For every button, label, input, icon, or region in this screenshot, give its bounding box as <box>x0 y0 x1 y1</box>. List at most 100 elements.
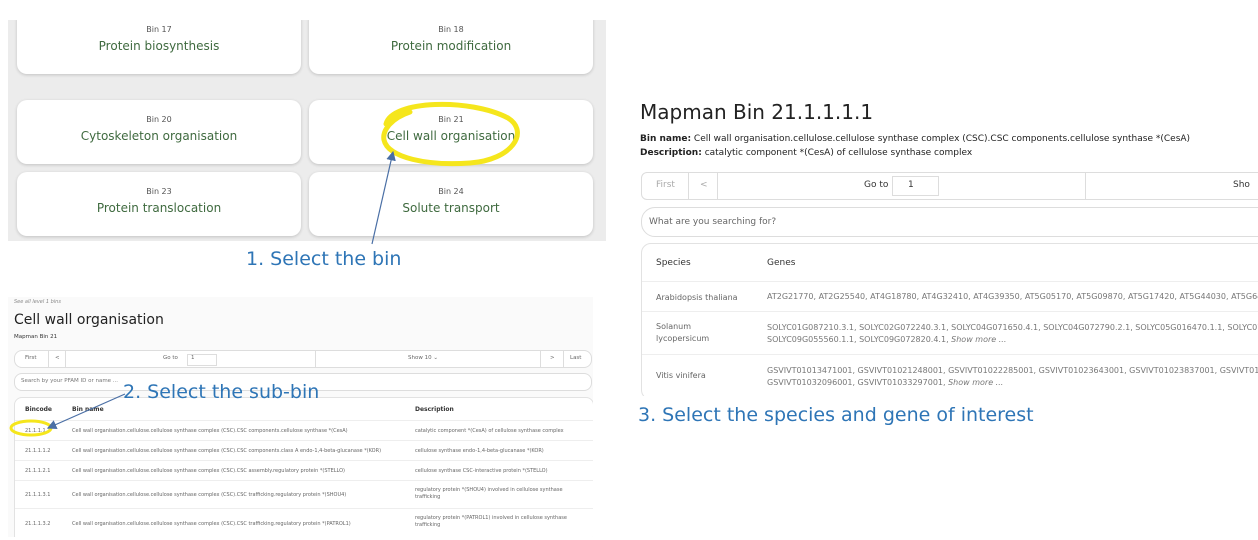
header-genes: Genes <box>767 258 796 268</box>
bin-number: Bin 23 <box>146 187 172 196</box>
species-gene-table: Species Genes Arabidopsis thaliana AT2G2… <box>641 243 1258 396</box>
divider <box>717 173 718 199</box>
bin-number: Bin 18 <box>438 25 464 34</box>
gene-list[interactable]: GSVIVT01013471001, GSVIVT01021248001, GS… <box>767 365 1258 377</box>
next-button[interactable]: > <box>550 355 555 361</box>
page-title: Mapman Bin 21.1.1.1.1 <box>640 100 874 124</box>
page-number: 1 <box>908 180 914 190</box>
gene-list-cont: GSVIVT01032096001, GSVIVT01033297001, Sh… <box>767 377 1003 389</box>
bincode-link[interactable]: 21.1.1.1.2 <box>25 448 50 454</box>
bin-name: Cell wall organisation.cellulose.cellulo… <box>72 468 346 474</box>
header-binname: Bin name <box>72 406 104 413</box>
gene-list-line2[interactable]: SOLYC09G055560.1.1, SOLYC09G072820.4.1, <box>767 335 949 344</box>
bin-tile-18[interactable]: Bin 18 Protein modification <box>309 20 593 74</box>
table-row[interactable]: 21.1.1.3.2 Cell wall organisation.cellul… <box>15 508 593 537</box>
gene-list-cont: SOLYC09G055560.1.1, SOLYC09G072820.4.1, … <box>767 334 1006 346</box>
gene-list-line2[interactable]: GSVIVT01032096001, GSVIVT01033297001, <box>767 378 946 387</box>
bin-title: Protein translocation <box>96 201 222 215</box>
pagination-bar: First < Go to 1 Show 10 ⌄ > Last <box>14 350 592 368</box>
table-row[interactable]: 21.1.1.2.1 Cell wall organisation.cellul… <box>15 460 593 481</box>
table-row[interactable]: Arabidopsis thaliana AT2G21770, AT2G2554… <box>642 281 1258 312</box>
bin-description: regulatory protein *(SHOU4) involved in … <box>415 487 563 500</box>
bin-number: Bin 17 <box>146 25 172 34</box>
goto-label: Go to <box>163 355 178 361</box>
table-row[interactable]: 21.1.1.1.2 Cell wall organisation.cellul… <box>15 440 593 461</box>
search-input[interactable]: What are you searching for? <box>641 207 1258 237</box>
species-name[interactable]: Vitis vinifera <box>656 371 706 380</box>
bin-description: catalytic component *(CesA) of cellulose… <box>415 428 564 434</box>
first-button[interactable]: First <box>25 355 37 361</box>
table-row[interactable]: Solanum lycopersicum SOLYC01G087210.3.1,… <box>642 311 1258 355</box>
prev-button[interactable]: < <box>700 180 708 190</box>
header-bincode: Bincode <box>25 406 52 413</box>
species-name-cont[interactable]: lycopersicum <box>656 334 709 343</box>
bincode-link[interactable]: 21.1.1.3.1 <box>25 492 50 498</box>
divider <box>315 351 316 367</box>
bincode-link[interactable]: 21.1.1.1.1 <box>25 428 50 434</box>
bin-description: cellulose synthase CSC-interactive prote… <box>415 468 548 474</box>
table-row[interactable]: 21.1.1.1.1 Cell wall organisation.cellul… <box>15 420 593 441</box>
bin-number: Bin 20 <box>146 115 172 124</box>
divider <box>688 173 689 199</box>
header-description: Description <box>415 406 454 413</box>
page-title: Cell wall organisation <box>14 312 164 328</box>
bin-name: Cell wall organisation.cellulose.cellulo… <box>72 492 347 498</box>
bin-title: Solute transport <box>402 201 500 215</box>
description-line: Description: catalytic component *(CesA)… <box>640 148 972 158</box>
bin-name-value: Cell wall organisation.cellulose.cellulo… <box>693 134 1191 144</box>
bin-name: Cell wall organisation.cellulose.cellulo… <box>72 521 351 527</box>
last-button[interactable]: Last <box>570 355 581 361</box>
species-name[interactable]: Solanum <box>656 322 691 331</box>
sub-bin-table: Bincode Bin name Description 21.1.1.1.1 … <box>14 397 593 537</box>
bin-title: Cytoskeleton organisation <box>80 129 238 143</box>
step3-label: 3. Select the species and gene of intere… <box>638 404 1034 426</box>
sub-bin-panel: See all level 1 bins Cell wall organisat… <box>8 297 593 537</box>
bin-tile-23[interactable]: Bin 23 Protein translocation <box>17 172 301 236</box>
bin-name: Cell wall organisation.cellulose.cellulo… <box>72 428 348 434</box>
first-button[interactable]: First <box>656 180 675 190</box>
prev-button[interactable]: < <box>55 355 60 361</box>
header-species: Species <box>656 258 691 268</box>
table-row[interactable]: Vitis vinifera GSVIVT01013471001, GSVIVT… <box>642 354 1258 396</box>
show-more-link[interactable]: Show more ... <box>948 378 1003 387</box>
divider <box>540 351 541 367</box>
divider <box>563 351 564 367</box>
divider <box>48 351 49 367</box>
table-row[interactable]: 21.1.1.3.1 Cell wall organisation.cellul… <box>15 480 593 509</box>
bin-description: regulatory protein *(PATROL1) involved i… <box>415 515 567 528</box>
goto-label: Go to <box>864 180 889 190</box>
bin-number: Bin 24 <box>438 187 464 196</box>
divider <box>1085 173 1086 199</box>
species-name[interactable]: Arabidopsis thaliana <box>656 293 738 302</box>
step2-label: 2. Select the sub-bin <box>123 381 320 403</box>
bin-title: Protein modification <box>390 39 512 53</box>
bin-tile-21[interactable]: Bin 21 Cell wall organisation <box>309 100 593 164</box>
bin-name: Cell wall organisation.cellulose.cellulo… <box>72 448 382 454</box>
bin-name-label: Bin name: <box>640 134 692 144</box>
bincode-link[interactable]: 21.1.1.3.2 <box>25 521 50 527</box>
show-more-link[interactable]: Show more ... <box>951 335 1006 344</box>
search-placeholder: Search by your PFAM ID or name ... <box>21 378 119 384</box>
description-value: catalytic component *(CesA) of cellulose… <box>704 148 973 158</box>
show-select[interactable]: Show 10 ⌄ <box>408 355 438 361</box>
gene-list[interactable]: SOLYC01G087210.3.1, SOLYC02G072240.3.1, … <box>767 322 1258 334</box>
bin-tile-24[interactable]: Bin 24 Solute transport <box>309 172 593 236</box>
bincode-link[interactable]: 21.1.1.2.1 <box>25 468 50 474</box>
page-number: 1 <box>191 355 195 361</box>
page-subtitle: Mapman Bin 21 <box>14 334 58 340</box>
bin-number: Bin 21 <box>438 115 464 124</box>
show-select[interactable]: Sho <box>1233 180 1250 190</box>
gene-list[interactable]: AT2G21770, AT2G25540, AT4G18780, AT4G324… <box>767 291 1258 303</box>
bin-title: Protein biosynthesis <box>98 39 220 53</box>
see-all-link[interactable]: See all level 1 bins <box>14 299 61 305</box>
divider <box>65 351 66 367</box>
search-placeholder: What are you searching for? <box>649 217 777 227</box>
bin-tile-20[interactable]: Bin 20 Cytoskeleton organisation <box>17 100 301 164</box>
page-input[interactable] <box>892 176 939 196</box>
bin-description: cellulose synthase endo-1,4-beta-glucana… <box>415 448 544 454</box>
pagination-bar: First < Go to 1 Sho <box>641 172 1258 200</box>
bin-tiles-panel: Bin 17 Protein biosynthesis Bin 18 Prote… <box>8 20 606 241</box>
mapman-bin-panel: Mapman Bin 21.1.1.1.1 Bin name: Cell wal… <box>640 96 1258 396</box>
description-label: Description: <box>640 148 702 158</box>
bin-tile-17[interactable]: Bin 17 Protein biosynthesis <box>17 20 301 74</box>
